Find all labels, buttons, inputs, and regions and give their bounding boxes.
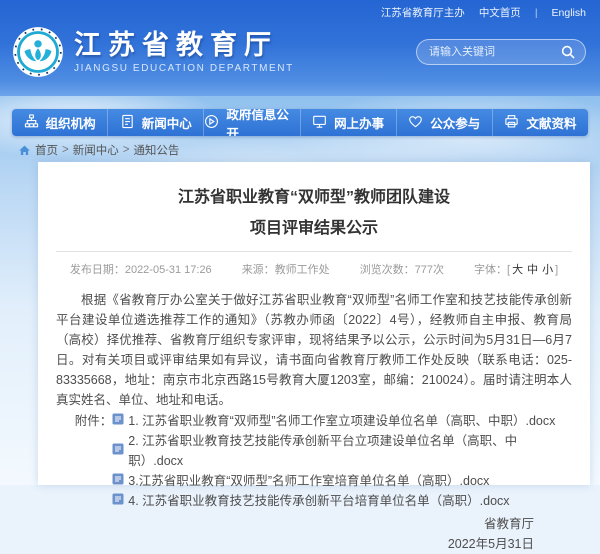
signature-date: 2022年5月31日: [56, 534, 534, 554]
attachments-label: 附件：: [75, 411, 113, 511]
nav-label: 网上办事: [334, 113, 384, 132]
cn-home-link[interactable]: 中文首页: [479, 5, 521, 20]
article-meta: 发布日期：2022-05-31 17:26 来源：教师工作处 浏览次数：777次…: [56, 261, 572, 277]
font-size-control: 字体：[大中小]: [474, 261, 558, 277]
attachment-link-4[interactable]: 4. 江苏省职业教育技艺技能传承创新平台培育单位名单（高职）.docx: [112, 491, 572, 511]
jiangsu-education-logo-icon[interactable]: [12, 26, 64, 78]
breadcrumb-news-center[interactable]: 新闻中心: [73, 142, 119, 158]
top-links-bar: 江苏省教育厅主办 中文首页 | English: [0, 0, 600, 20]
article-title-line2: 项目评审结果公示: [56, 213, 572, 244]
nav-label: 文献资料: [526, 113, 576, 132]
article-card: 江苏省职业教育“双师型”教师团队建设 项目评审结果公示 发布日期：2022-05…: [38, 162, 590, 485]
attachment-link-2[interactable]: 2. 江苏省职业教育技艺技能传承创新平台立项建设单位名单（高职、中职）.docx: [112, 431, 572, 471]
attachment-link-3[interactable]: 3.江苏省职业教育“双师型”名师工作室培育单位名单（高职）.docx: [112, 471, 572, 491]
attachment-link-1[interactable]: 1. 江苏省职业教育“双师型”名师工作室立项建设单位名单（高职、中职）.docx: [112, 411, 572, 431]
printer-icon: [504, 114, 519, 132]
home-icon: [18, 144, 31, 157]
site-titles: 江苏省教育厅 JIANGSU EDUCATION DEPARTMENT: [74, 30, 294, 74]
nav-label: 政府信息公开: [226, 109, 299, 136]
article-title-line1: 江苏省职业教育“双师型”教师团队建设: [56, 182, 572, 213]
publish-date: 发布日期：2022-05-31 17:26: [70, 261, 212, 277]
site-header: 江苏省教育厅主办 中文首页 | English 江苏省教育厅 JIANGSU E…: [0, 0, 600, 96]
font-size-large-button[interactable]: 大: [512, 264, 523, 276]
news-doc-icon: [120, 114, 135, 132]
doc-file-icon: [112, 471, 124, 491]
topbar-divider: |: [535, 7, 538, 19]
signature-org: 省教育厅: [56, 514, 534, 534]
site-name: 江苏省教育厅: [74, 30, 294, 60]
doc-file-icon: [112, 411, 124, 431]
signature-block: 省教育厅 2022年5月31日: [56, 514, 572, 554]
source: 来源：教师工作处: [242, 261, 330, 277]
nav-item-online-services[interactable]: 网上办事: [300, 109, 396, 136]
site-name-en: JIANGSU EDUCATION DEPARTMENT: [74, 63, 294, 74]
title-divider: [56, 251, 572, 252]
main-nav: 组织机构 新闻中心 政府信息公开: [12, 109, 588, 136]
font-size-medium-button[interactable]: 中: [527, 264, 538, 276]
font-size-small-button[interactable]: 小: [542, 264, 553, 276]
nav-item-documents[interactable]: 文献资料: [492, 109, 588, 136]
heart-icon: [408, 114, 423, 132]
host-link[interactable]: 江苏省教育厅主办: [381, 5, 465, 20]
search-box: [416, 39, 586, 65]
org-chart-icon: [24, 114, 39, 132]
breadcrumb-separator: >: [62, 144, 69, 156]
nav-label: 新闻中心: [142, 113, 192, 132]
search-icon[interactable]: [559, 43, 577, 61]
breadcrumb-notices[interactable]: 通知公告: [133, 142, 179, 158]
nav-label: 组织机构: [46, 113, 96, 132]
nav-item-organization[interactable]: 组织机构: [12, 109, 107, 136]
info-disclosure-icon: [204, 114, 219, 132]
doc-file-icon: [112, 441, 124, 461]
nav-label: 公众参与: [430, 113, 480, 132]
doc-file-icon: [112, 491, 124, 511]
attachments-section: 附件： 1. 江苏省职业教育“双师型”名师工作室立项建设单位名单（高职、中职）.…: [75, 411, 572, 511]
nav-item-public-participation[interactable]: 公众参与: [396, 109, 492, 136]
attachments-list: 1. 江苏省职业教育“双师型”名师工作室立项建设单位名单（高职、中职）.docx…: [112, 411, 572, 511]
nav-item-news[interactable]: 新闻中心: [107, 109, 203, 136]
article-paragraph: 根据《省教育厅办公室关于做好江苏省职业教育“双师型”名师工作室和技艺技能传承创新…: [56, 290, 572, 410]
breadcrumb-home[interactable]: 首页: [35, 142, 58, 158]
page-background: 组织机构 新闻中心 政府信息公开: [0, 96, 600, 485]
english-link[interactable]: English: [552, 7, 586, 19]
breadcrumb: 首页 > 新闻中心 > 通知公告: [18, 142, 179, 158]
search-input[interactable]: [429, 46, 559, 58]
breadcrumb-separator: >: [123, 144, 130, 156]
nav-item-gov-info[interactable]: 政府信息公开: [203, 109, 299, 136]
banner: 江苏省教育厅 JIANGSU EDUCATION DEPARTMENT: [0, 20, 600, 78]
monitor-icon: [312, 114, 327, 132]
view-count: 浏览次数：777次: [360, 261, 444, 277]
